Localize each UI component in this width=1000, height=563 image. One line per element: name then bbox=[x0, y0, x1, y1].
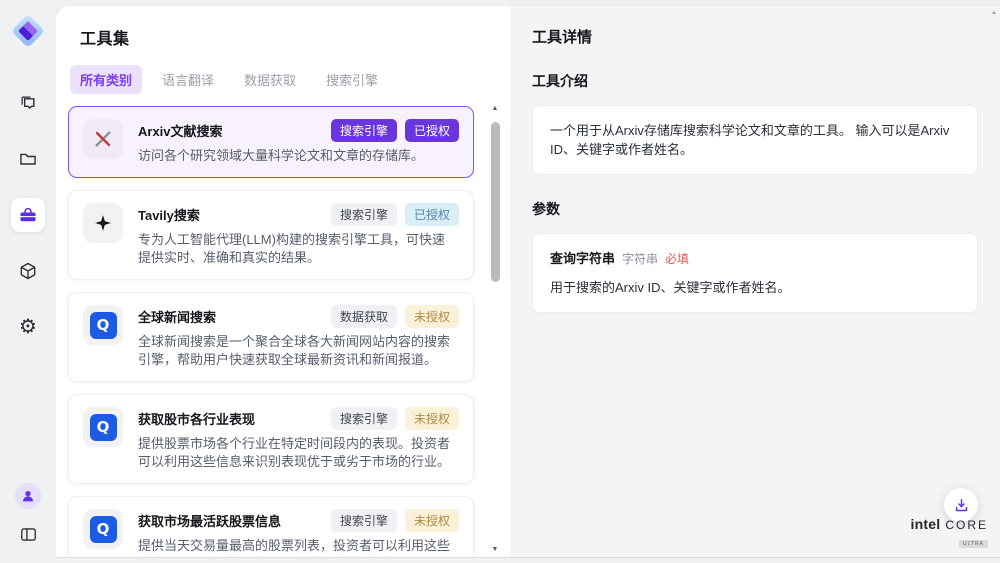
tool-details-panel: ▲ 工具详情 工具介绍 一个用于从Arxiv存储库搜索科学论文和文章的工具。 输… bbox=[510, 6, 1000, 557]
user-avatar[interactable] bbox=[15, 483, 41, 509]
category-tab-3[interactable]: 搜索引擎 bbox=[316, 65, 388, 94]
list-scrollbar[interactable]: ▲ ▼ bbox=[489, 104, 501, 555]
category-tab-1[interactable]: 语言翻译 bbox=[152, 65, 224, 94]
toolbox-icon[interactable] bbox=[11, 198, 45, 232]
auth-status-badge: 已授权 bbox=[405, 119, 459, 142]
tool-list: Arxiv文献搜索 搜索引擎 已授权 访问各个研究领域大量科学论文和文章的存储库… bbox=[56, 104, 510, 557]
tool-description: 访问各个研究领域大量科学论文和文章的存储库。 bbox=[138, 147, 459, 165]
param-required-flag: 必填 bbox=[665, 250, 689, 269]
tool-description: 提供当天交易量最高的股票列表，投资者可以利用这些信息来识别流动性强的股票和潜在的… bbox=[138, 537, 459, 557]
scrollbar-thumb[interactable] bbox=[491, 122, 500, 282]
arxiv-logo-icon bbox=[83, 119, 123, 159]
category-tab-0[interactable]: 所有类别 bbox=[70, 65, 142, 94]
tool-card-2[interactable]: Q 全球新闻搜索 数据获取 未授权 全球新闻搜索是一个聚合全球各大新闻网站内容的… bbox=[68, 292, 474, 382]
category-badge: 搜索引擎 bbox=[331, 119, 397, 142]
category-tabs: 所有类别语言翻译数据获取搜索引擎 bbox=[70, 65, 486, 94]
param-type: 字符串 bbox=[622, 250, 658, 269]
gear-icon[interactable]: ⚙ bbox=[11, 310, 45, 344]
category-badge: 数据获取 bbox=[331, 305, 397, 328]
auth-status-badge: 未授权 bbox=[405, 305, 459, 328]
tool-description: 专为人工智能代理(LLM)构建的搜索引擎工具，可快速提供实时、准确和真实的结果。 bbox=[138, 231, 459, 267]
category-badge: 搜索引擎 bbox=[331, 407, 397, 430]
scroll-down-icon[interactable]: ▼ bbox=[492, 545, 499, 555]
q-finance-logo-icon: Q bbox=[83, 509, 123, 549]
details-title: 工具详情 bbox=[532, 26, 978, 47]
tavily-star-icon bbox=[83, 203, 123, 243]
intel-core-logo: intel CORE ULTRA bbox=[911, 516, 988, 550]
param-name: 查询字符串 bbox=[550, 249, 615, 268]
tool-description: 提供股票市场各个行业在特定时间段内的表现。投资者可以利用这些信息来识别表现优于或… bbox=[138, 435, 459, 471]
chat-icon[interactable] bbox=[11, 86, 45, 120]
intel-wordmark: intel bbox=[911, 516, 941, 532]
tool-card-3[interactable]: Q 获取股市各行业表现 搜索引擎 未授权 提供股票市场各个行业在特定时间段内的表… bbox=[68, 394, 474, 484]
tool-intro-card: 一个用于从Arxiv存储库搜索科学论文和文章的工具。 输入可以是Arxiv ID… bbox=[532, 105, 978, 175]
category-badge: 搜索引擎 bbox=[331, 203, 397, 226]
panel-toggle-icon[interactable] bbox=[11, 521, 45, 547]
tool-title: 全球新闻搜索 bbox=[138, 305, 216, 326]
tool-title: 获取市场最活跃股票信息 bbox=[138, 509, 281, 530]
auth-status-badge: 未授权 bbox=[405, 509, 459, 532]
panel-scroll-up-icon[interactable]: ▲ bbox=[991, 10, 997, 16]
core-wordmark: CORE bbox=[945, 518, 988, 532]
tool-title: Arxiv文献搜索 bbox=[138, 119, 223, 140]
tool-title: Tavily搜索 bbox=[138, 203, 200, 224]
app-frame: 工具集 所有类别语言翻译数据获取搜索引擎 Arxiv文献搜索 搜索引擎 已授权 … bbox=[56, 6, 1000, 557]
page-title: 工具集 bbox=[80, 25, 486, 49]
q-news-logo-icon: Q bbox=[83, 305, 123, 345]
params-section-title: 参数 bbox=[532, 199, 978, 219]
q-finance-logo-icon: Q bbox=[83, 407, 123, 447]
auth-status-badge: 已授权 bbox=[405, 203, 459, 226]
intro-section-title: 工具介绍 bbox=[532, 71, 978, 91]
category-badge: 搜索引擎 bbox=[331, 509, 397, 532]
left-rail: ⚙ bbox=[0, 0, 56, 563]
tool-card-0[interactable]: Arxiv文献搜索 搜索引擎 已授权 访问各个研究领域大量科学论文和文章的存储库… bbox=[68, 106, 474, 178]
ultra-badge: ULTRA bbox=[959, 540, 988, 548]
app-logo bbox=[11, 14, 45, 48]
tool-card-4[interactable]: Q 获取市场最活跃股票信息 搜索引擎 未授权 提供当天交易量最高的股票列表，投资… bbox=[68, 496, 474, 557]
tool-intro-text: 一个用于从Arxiv存储库搜索科学论文和文章的工具。 输入可以是Arxiv ID… bbox=[550, 123, 949, 157]
cube-icon[interactable] bbox=[11, 254, 45, 288]
auth-status-badge: 未授权 bbox=[405, 407, 459, 430]
parameter-card: 查询字符串 字符串 必填 用于搜索的Arxiv ID、关键字或作者姓名。 bbox=[532, 233, 978, 313]
scroll-up-icon[interactable]: ▲ bbox=[492, 104, 499, 114]
tools-panel: 工具集 所有类别语言翻译数据获取搜索引擎 Arxiv文献搜索 搜索引擎 已授权 … bbox=[56, 6, 510, 557]
tool-title: 获取股市各行业表现 bbox=[138, 407, 255, 428]
category-tab-2[interactable]: 数据获取 bbox=[234, 65, 306, 94]
tool-card-1[interactable]: Tavily搜索 搜索引擎 已授权 专为人工智能代理(LLM)构建的搜索引擎工具… bbox=[68, 190, 474, 280]
tool-description: 全球新闻搜索是一个聚合全球各大新闻网站内容的搜索引擎，帮助用户快速获取全球最新资… bbox=[138, 333, 459, 369]
folder-icon[interactable] bbox=[11, 142, 45, 176]
param-description: 用于搜索的Arxiv ID、关键字或作者姓名。 bbox=[550, 278, 960, 297]
